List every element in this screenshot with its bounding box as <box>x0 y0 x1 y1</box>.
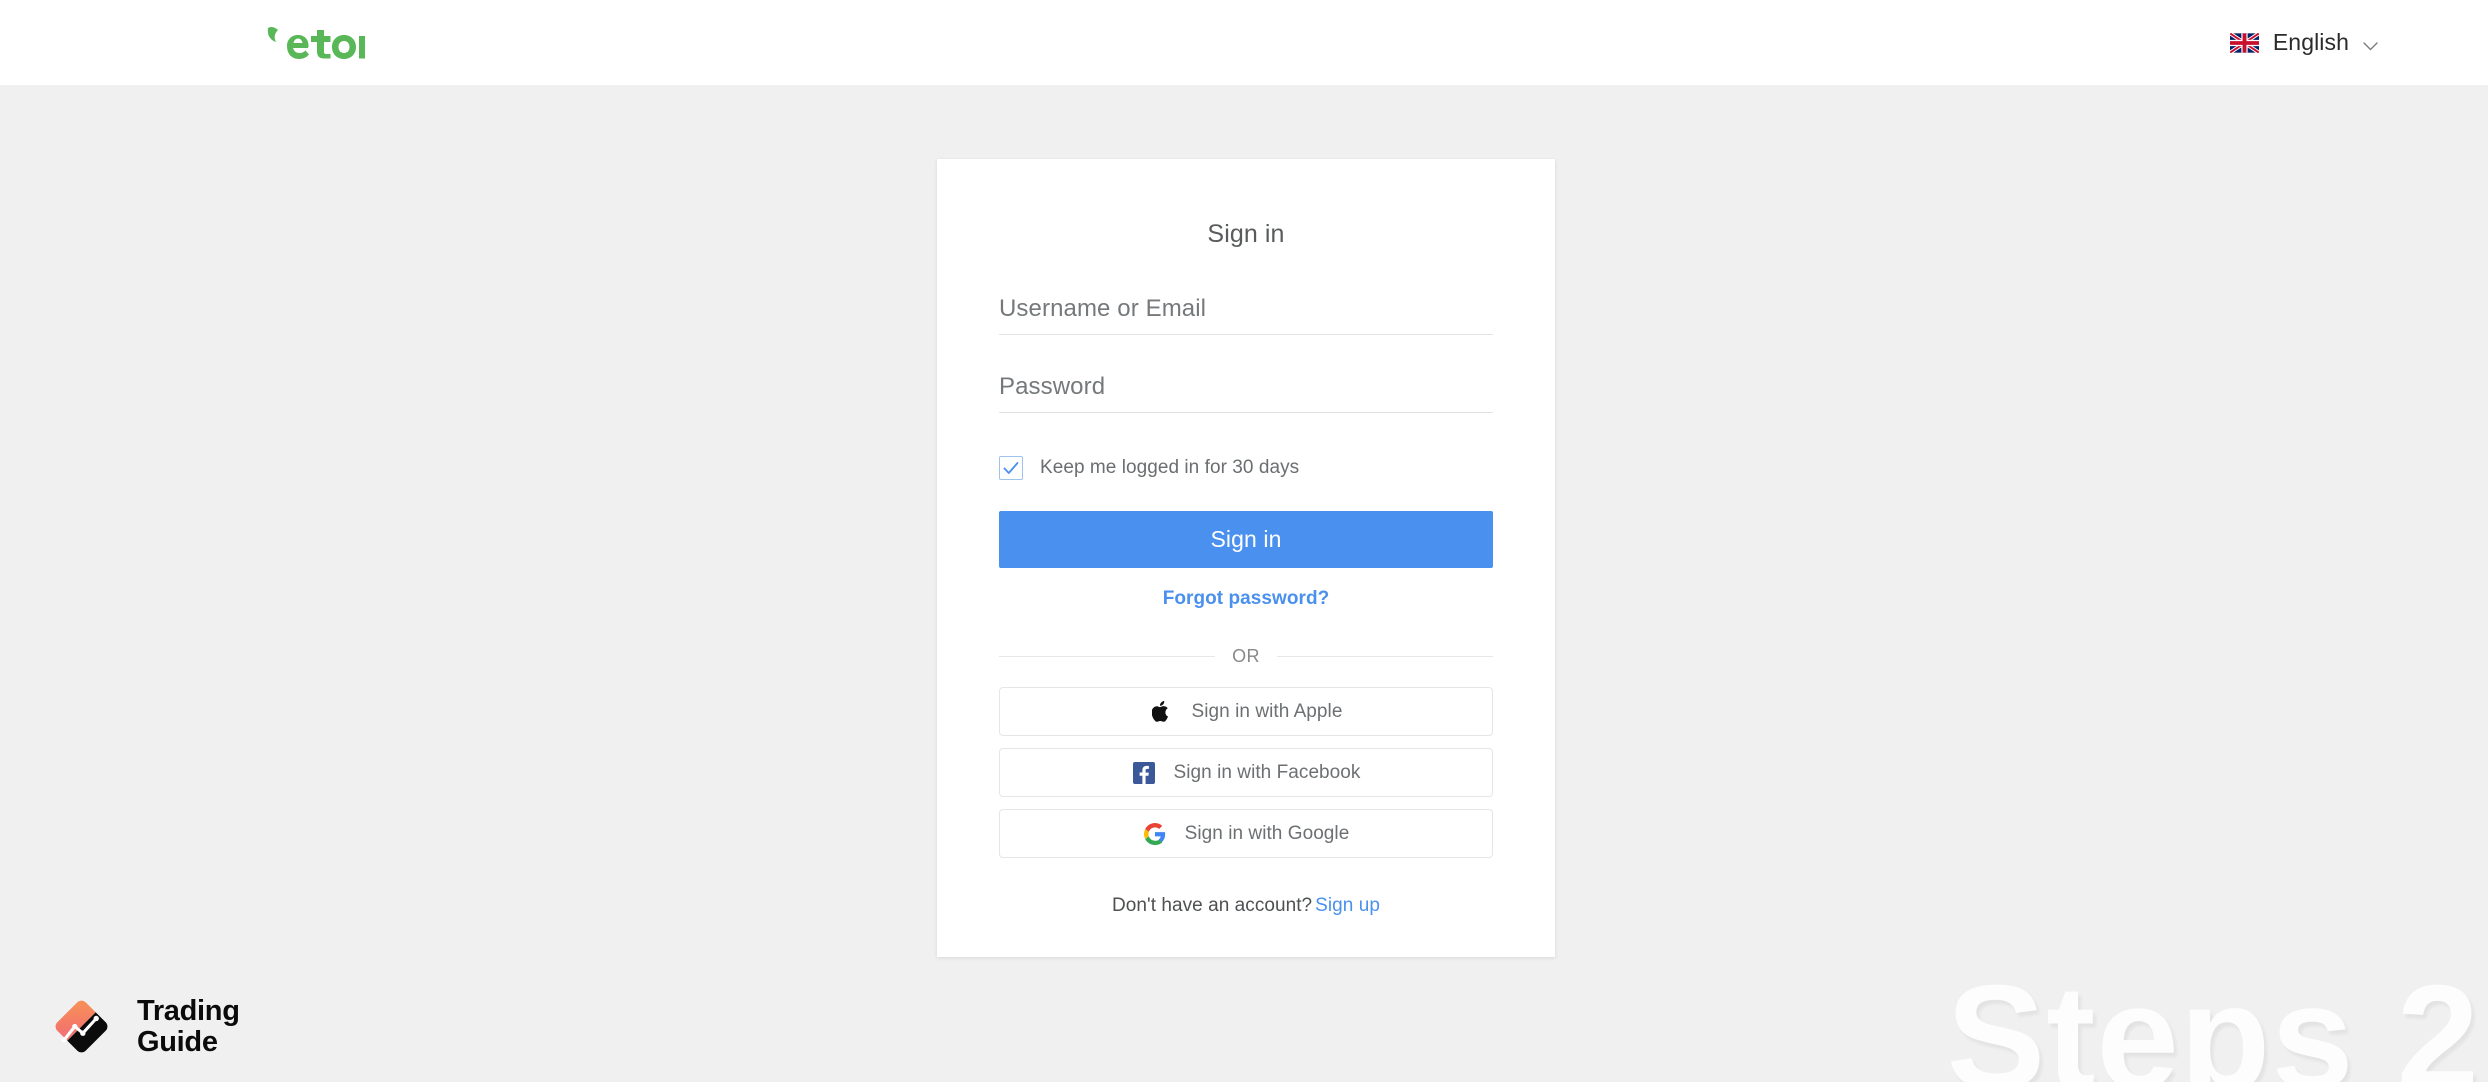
etoro-logo[interactable] <box>265 21 365 65</box>
username-field-wrapper <box>999 291 1493 335</box>
trading-guide-diamond-icon <box>48 993 115 1060</box>
facebook-icon <box>1132 761 1156 785</box>
password-input[interactable] <box>999 369 1493 413</box>
page-header: English <box>0 0 2488 85</box>
sign-in-with-apple-button[interactable]: Sign in with Apple <box>999 687 1493 736</box>
etoro-logo-icon <box>267 26 365 59</box>
chevron-down-icon <box>2363 38 2378 51</box>
keep-logged-in-label: Keep me logged in for 30 days <box>1040 457 1300 478</box>
sign-in-with-google-label: Sign in with Google <box>1184 822 1350 844</box>
trading-guide-wordmark: Trading Guide <box>137 996 240 1057</box>
trading-guide-line-2: Guide <box>137 1025 218 1058</box>
divider-line-left <box>999 656 1216 657</box>
apple-icon <box>1150 700 1174 724</box>
username-input[interactable] <box>999 291 1493 335</box>
uk-flag-icon <box>2229 32 2259 53</box>
keep-logged-in-row[interactable]: Keep me logged in for 30 days <box>999 456 1493 480</box>
trading-guide-watermark: Trading Guide <box>48 993 240 1060</box>
trading-guide-line-1: Trading <box>137 995 240 1028</box>
sign-up-row: Don't have an account? Sign up <box>999 870 1493 957</box>
check-icon <box>1003 461 1019 474</box>
sign-in-button[interactable]: Sign in <box>999 511 1493 568</box>
divider-label: OR <box>1232 646 1260 666</box>
google-icon <box>1143 822 1167 846</box>
keep-logged-in-checkbox[interactable] <box>999 456 1023 480</box>
social-sign-in-list: Sign in with Apple Sign in with Facebook <box>999 687 1493 858</box>
page-body: Sign in Keep me logged in for 30 days Si… <box>0 85 2488 1082</box>
sign-in-card: Sign in Keep me logged in for 30 days Si… <box>937 159 1555 957</box>
card-title: Sign in <box>1207 220 1285 248</box>
password-field-wrapper <box>999 369 1493 413</box>
or-divider: OR <box>999 646 1493 667</box>
sign-in-with-google-button[interactable]: Sign in with Google <box>999 809 1493 858</box>
forgot-password-link[interactable]: Forgot password? <box>999 588 1493 610</box>
sign-up-link[interactable]: Sign up <box>1315 895 1380 916</box>
language-label: English <box>2272 29 2349 55</box>
sign-in-with-facebook-label: Sign in with Facebook <box>1173 761 1361 783</box>
steps-watermark: Steps 2 <box>1946 955 2480 1082</box>
sign-in-with-apple-label: Sign in with Apple <box>1191 700 1343 722</box>
sign-up-prompt: Don't have an account? <box>1112 895 1313 916</box>
sign-in-with-facebook-button[interactable]: Sign in with Facebook <box>999 748 1493 797</box>
divider-line-right <box>1276 656 1493 657</box>
language-selector[interactable]: English <box>2229 29 2378 56</box>
